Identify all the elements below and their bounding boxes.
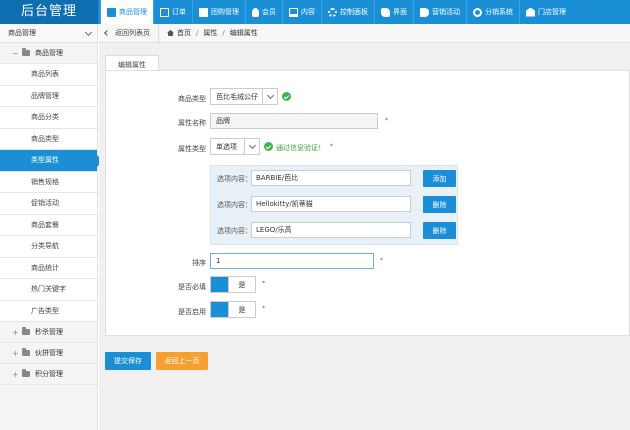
option-input[interactable]: LEGO/乐高 [251,222,411,238]
top-nav: 商品管理 订单 团购管理 会员 内容 控制面板 界面 营销活动 分销系统 门店管… [100,0,572,24]
option-label: 选项内容： [217,201,252,209]
sidebar-item-category[interactable]: 商品分类 [0,107,97,129]
required-mark: * [262,305,265,312]
collapse-icon: − [12,48,19,58]
required-label: 是否必填 [178,283,206,291]
breadcrumb-parent[interactable]: 属性 [203,28,217,38]
folder-icon [22,348,30,356]
expand-icon: + [12,327,19,337]
topnav-goods[interactable]: 商品管理 [100,0,153,24]
enabled-toggle[interactable]: 是 [210,301,256,318]
sidebar-item-brand[interactable]: 品牌管理 [0,85,97,107]
chevron-down-icon [244,139,259,154]
goods-icon [107,7,116,17]
topnav-member[interactable]: 会员 [245,0,282,24]
member-icon [252,7,259,17]
top-bar: 后台管理 商品管理 订单 团购管理 会员 内容 控制面板 界面 营销活动 分销系… [0,0,630,24]
topnav-interface[interactable]: 界面 [374,0,413,24]
sidebar-item-category-nav[interactable]: 分类导航 [0,236,97,258]
folder-icon [22,369,30,377]
sort-input[interactable]: 1 [210,253,374,269]
go-back-button[interactable]: 返回上一页 [156,352,208,370]
required-mark: * [330,143,333,150]
enabled-label: 是否启用 [178,308,206,316]
submit-save-button[interactable]: 提交保存 [105,352,151,370]
sidebar-item-hot-keywords[interactable]: 热门关键字 [0,279,97,301]
topnav-marketing[interactable]: 营销活动 [413,0,466,24]
sidebar-item-package[interactable]: 商品套餐 [0,214,97,236]
topnav-order[interactable]: 订单 [153,0,192,24]
option-input[interactable]: BARBIE/芭比 [251,170,411,186]
add-option-button[interactable]: 添加 [423,170,456,187]
sidebar-group-seckill[interactable]: + 秒杀管理 [0,322,97,343]
form-panel: 商品类型 芭比毛绒公仔 属性名称 品牌 * 属性类型 单选项 通过信息验证！ *… [105,70,630,336]
expand-icon: + [12,369,19,379]
sidebar-item-type[interactable]: 商品类型 [0,128,97,150]
order-icon [160,7,169,17]
gear-icon [328,7,337,17]
required-mark: * [262,280,265,287]
puzzle-icon [381,7,390,17]
tab-edit-attr[interactable]: 编辑属性 [105,55,159,70]
sidebar-group-points[interactable]: + 积分管理 [0,364,97,385]
breadcrumb-separator: / [222,29,225,37]
sidebar-item-ad-type[interactable]: 广告类型 [0,300,97,322]
goods-type-select[interactable]: 芭比毛绒公仔 [210,88,278,105]
topnav-control-panel[interactable]: 控制面板 [321,0,374,24]
option-input[interactable]: Hellokitty/凯蒂猫 [251,196,411,212]
breadcrumb: 返回列表页 首页 / 属性 / 编辑属性 [99,23,630,43]
sidebar-item-spec[interactable]: 销售规格 [0,171,97,193]
toggle-knob [211,302,228,317]
share-icon [473,7,482,17]
required-mark: * [380,257,383,264]
required-toggle[interactable]: 是 [210,276,256,293]
topnav-groupbuy[interactable]: 团购管理 [192,0,245,24]
back-to-list-link[interactable]: 返回列表页 [99,23,159,43]
delete-option-button[interactable]: 删除 [423,196,456,213]
topnav-store[interactable]: 门店管理 [519,0,572,24]
topnav-distribution[interactable]: 分销系统 [466,0,519,24]
options-box: 选项内容： BARBIE/芭比 添加 选项内容： Hellokitty/凯蒂猫 … [210,165,458,245]
breadcrumb-separator: / [196,29,199,37]
sort-label: 排序 [192,259,206,267]
sidebar-item-goods-list[interactable]: 商品列表 [0,64,97,86]
folder-icon [22,327,30,335]
home-icon [167,30,174,36]
store-icon [526,7,535,17]
chevron-down-icon [84,28,93,37]
chevron-down-icon [262,89,277,104]
main-content: 编辑属性 商品类型 芭比毛绒公仔 属性名称 品牌 * 属性类型 单选项 通过信息… [99,43,630,430]
required-mark: * [385,117,388,124]
toggle-knob [211,277,228,292]
attr-type-label: 属性类型 [178,145,206,153]
attr-name-label: 属性名称 [178,119,206,127]
attr-name-input[interactable]: 品牌 [210,113,378,129]
sidebar-item-promo[interactable]: 促销活动 [0,193,97,215]
sidebar: 商品管理 − 商品管理 商品列表 品牌管理 商品分类 商品类型 类型属性 销售规… [0,24,103,430]
option-label: 选项内容： [217,175,252,183]
content-icon [289,7,298,17]
tab-bar: 编辑属性 [105,55,159,70]
chevron-left-icon [104,30,110,36]
check-circle-icon [282,92,291,101]
groupbuy-icon [199,7,208,17]
expand-icon: + [12,348,19,358]
validation-message: 通过信息验证！ [276,144,325,152]
breadcrumb-current: 编辑属性 [229,29,258,37]
check-circle-icon [264,142,273,151]
topnav-content[interactable]: 内容 [282,0,321,24]
tag-icon [420,7,429,17]
sidebar-group-goods[interactable]: − 商品管理 [0,43,97,64]
sidebar-item-stats[interactable]: 商品统计 [0,257,97,279]
option-label: 选项内容： [217,227,252,235]
breadcrumb-home[interactable]: 首页 [177,28,191,38]
goods-type-label: 商品类型 [178,95,206,103]
delete-option-button[interactable]: 删除 [423,222,456,239]
sidebar-item-type-attr[interactable]: 类型属性 [0,150,103,172]
sidebar-group-huopin[interactable]: + 伙拼管理 [0,343,97,364]
attr-type-select[interactable]: 单选项 [210,138,260,155]
sidebar-header[interactable]: 商品管理 [0,24,97,43]
folder-icon [22,48,30,56]
brand-title: 后台管理 [0,0,98,24]
